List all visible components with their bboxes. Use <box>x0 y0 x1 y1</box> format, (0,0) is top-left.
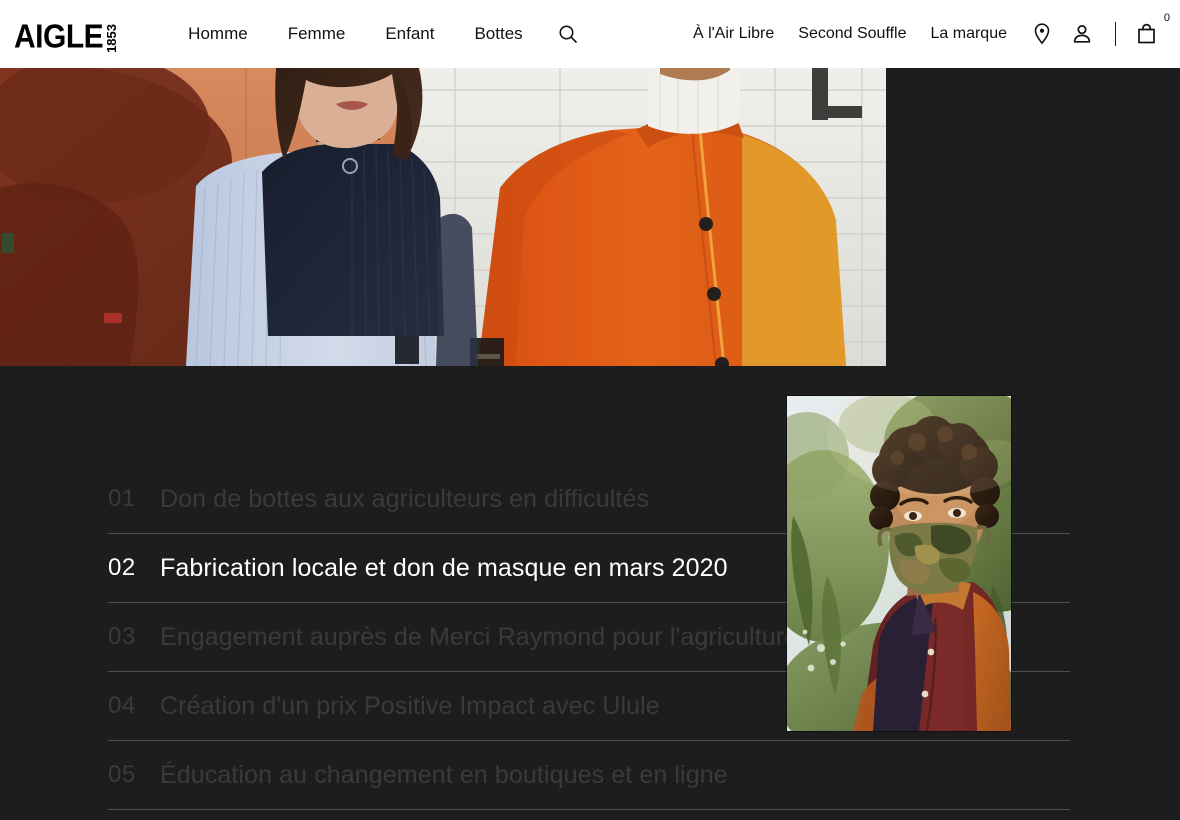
shopping-bag-icon <box>1138 23 1155 44</box>
cart-button[interactable]: 0 <box>1130 13 1170 51</box>
store-locator-button[interactable] <box>1025 17 1059 51</box>
location-pin-icon <box>1034 23 1050 45</box>
nav-item-a-lair-libre[interactable]: À l'Air Libre <box>681 25 786 43</box>
logo-brand-text: AIGLE <box>14 18 104 56</box>
impact-item-number: 01 <box>108 485 136 512</box>
impact-item-title: Éducation au changement en boutiques et … <box>160 760 728 789</box>
search-icon <box>559 25 577 43</box>
primary-navigation: Homme Femme Enfant Bottes <box>168 19 583 49</box>
impact-item-title: Engagement auprès de Merci Raymond pour … <box>160 622 890 651</box>
nav-item-femme[interactable]: Femme <box>268 24 366 44</box>
header-divider <box>1115 22 1116 46</box>
impact-item-title: Don de bottes aux agriculteurs en diffic… <box>160 484 650 513</box>
secondary-navigation: À l'Air Libre Second Souffle La marque 0 <box>681 13 1180 51</box>
nav-item-second-souffle[interactable]: Second Souffle <box>786 25 918 43</box>
impact-item-title: Création d'un prix Positive Impact avec … <box>160 691 660 720</box>
hero-illustration <box>0 68 886 366</box>
user-icon <box>1073 25 1091 43</box>
site-header: AIGLE 1853 Homme Femme Enfant Bottes À l… <box>0 0 1180 68</box>
cart-count-badge: 0 <box>1163 12 1170 24</box>
site-logo[interactable]: AIGLE 1853 <box>14 14 120 56</box>
impact-list-item-05[interactable]: 05 Éducation au changement en boutiques … <box>108 741 1070 810</box>
account-button[interactable] <box>1065 17 1099 51</box>
nav-item-enfant[interactable]: Enfant <box>365 24 454 44</box>
impact-item-number: 05 <box>108 761 136 788</box>
impact-item-number: 03 <box>108 623 136 650</box>
nav-item-bottes[interactable]: Bottes <box>454 24 542 44</box>
search-button[interactable] <box>553 19 583 49</box>
nav-item-la-marque[interactable]: La marque <box>919 25 1020 43</box>
hero-banner-image <box>0 68 886 366</box>
impact-feature-image <box>787 396 1011 731</box>
impact-item-number: 02 <box>108 554 136 581</box>
masked-person-illustration <box>787 396 1011 731</box>
nav-item-homme[interactable]: Homme <box>168 24 268 44</box>
logo-year-text: 1853 <box>104 24 120 53</box>
impact-item-title: Fabrication locale et don de masque en m… <box>160 553 728 582</box>
impact-item-number: 04 <box>108 692 136 719</box>
